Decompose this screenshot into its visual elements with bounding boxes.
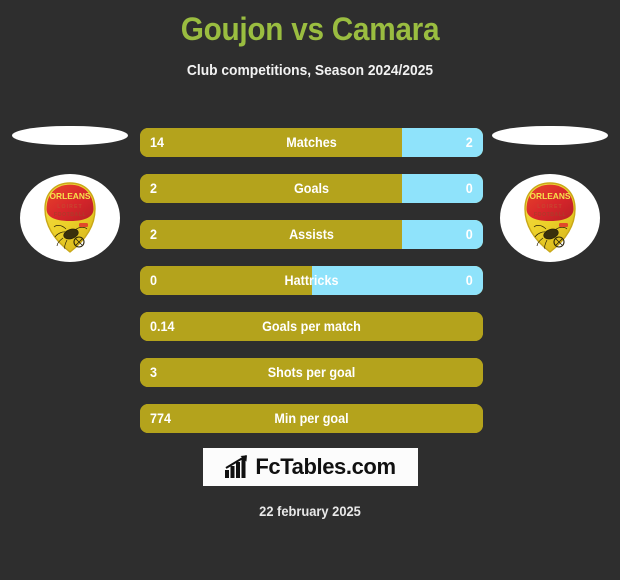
home-stat-value: 0: [150, 272, 158, 288]
stat-row: 0.14 Goals per match: [140, 312, 483, 341]
svg-text:FOOTBALL: FOOTBALL: [534, 212, 567, 218]
logo-circle-background: ORLEANS LOIRET FOOTBALL: [500, 174, 600, 262]
stat-row: 774 Min per goal: [140, 404, 483, 433]
logo-top-pill: [492, 126, 608, 145]
fctables-wordmark: FcTables.com: [255, 454, 396, 479]
us-orleans-crest-icon: ORLEANS LOIRET FOOTBALL: [44, 182, 96, 253]
home-stat-value: 2: [150, 226, 158, 242]
us-orleans-crest-icon: ORLEANS LOIRET FOOTBALL: [524, 182, 576, 253]
stat-label: Matches: [286, 134, 337, 150]
footer-date: 22 february 2025: [259, 503, 361, 519]
stat-row: 14 Matches 2: [140, 128, 483, 157]
stat-label: Shots per goal: [267, 364, 356, 380]
logo-top-pill: [12, 126, 128, 145]
stat-label: Assists: [289, 226, 334, 242]
stat-label: Min per goal: [274, 410, 349, 426]
bar-chart-arrow-icon: [225, 455, 248, 478]
home-stat-value: 2: [150, 180, 158, 196]
stat-row: 0 Hattricks 0: [140, 266, 483, 295]
stat-label: Goals: [293, 180, 330, 196]
stat-label: Hattricks: [284, 272, 339, 288]
home-stat-value: 3: [150, 364, 158, 380]
home-team-logo[interactable]: ORLEANS LOIRET FOOTBALL: [0, 126, 140, 262]
svg-text:LOIRET: LOIRET: [57, 204, 83, 210]
page-subtitle: Club competitions, Season 2024/2025: [186, 62, 434, 79]
svg-text:ORLEANS: ORLEANS: [50, 191, 91, 201]
logo-circle-background: ORLEANS LOIRET FOOTBALL: [20, 174, 120, 262]
svg-text:FOOTBALL: FOOTBALL: [54, 212, 87, 218]
svg-text:ORLEANS: ORLEANS: [530, 191, 571, 201]
page-title: Goujon vs Camara: [180, 11, 440, 47]
away-stat-value: 0: [465, 272, 473, 288]
stat-row: 2 Goals 0: [140, 174, 483, 203]
away-team-logo[interactable]: ORLEANS LOIRET FOOTBALL: [480, 126, 620, 262]
away-stat-value: 0: [465, 180, 473, 196]
fctables-watermark[interactable]: FcTables.com: [203, 448, 418, 486]
stats-comparison-list: 14 Matches 2 2 Goals 0 2 Assists 0 0 Hattricks 0 0.1…: [140, 128, 483, 450]
away-stat-value: 2: [465, 134, 473, 150]
stat-row: 2 Assists 0: [140, 220, 483, 249]
svg-text:LOIRET: LOIRET: [537, 204, 563, 210]
stat-label: Goals per match: [262, 318, 361, 334]
stat-row: 3 Shots per goal: [140, 358, 483, 387]
away-stat-value: 0: [465, 226, 473, 242]
